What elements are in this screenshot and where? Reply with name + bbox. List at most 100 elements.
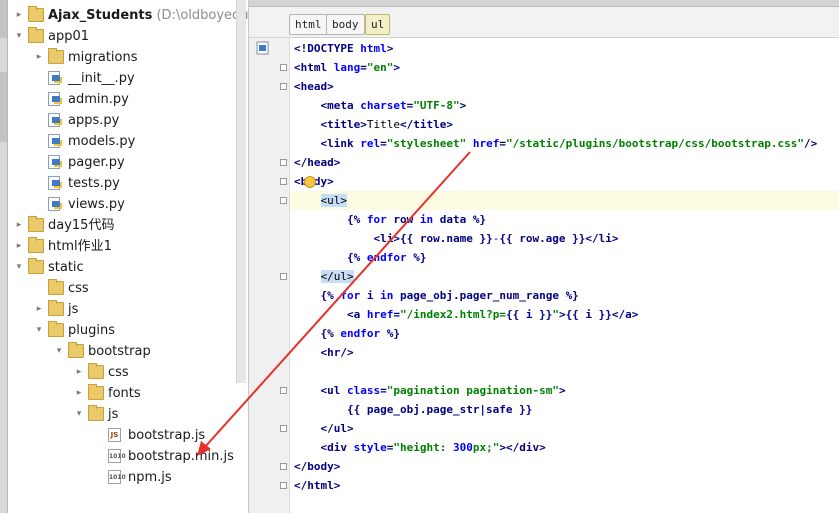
- code-line[interactable]: <html lang="en">: [290, 58, 839, 77]
- code-line[interactable]: {{ page_obj.page_str|safe }}: [290, 400, 839, 419]
- folder-icon: [48, 279, 64, 295]
- expand-arrow-icon[interactable]: ▾: [34, 320, 44, 341]
- python-file-icon: [48, 134, 60, 148]
- tree-item-label: fonts: [108, 386, 141, 401]
- code-line[interactable]: <link rel="stylesheet" href="/static/plu…: [290, 134, 839, 153]
- folder-icon: [88, 405, 104, 421]
- breadcrumb-ul[interactable]: ul: [365, 14, 391, 35]
- folder-icon: [88, 363, 104, 379]
- code-line[interactable]: {% endfor %}: [290, 324, 839, 343]
- collapse-arrow-icon[interactable]: ▸: [34, 299, 44, 320]
- folder-icon: [48, 321, 64, 337]
- tree-item-label: Ajax_Students (D:\oldboyedu\djang: [48, 5, 248, 26]
- project-tree: ▸Ajax_Students (D:\oldboyedu\djang▾app01…: [8, 0, 249, 513]
- tree-item-label: bootstrap.min.js: [128, 449, 234, 464]
- python-file-icon: [48, 71, 60, 85]
- project-name: Ajax_Students: [48, 8, 153, 23]
- code-line[interactable]: <ul class="pagination pagination-sm">: [290, 381, 839, 400]
- project-tool-tab[interactable]: [0, 0, 7, 38]
- bulb-icon[interactable]: [304, 176, 316, 188]
- editor-tab-bar: [249, 0, 839, 7]
- tree-item-label: app01: [48, 29, 90, 44]
- tree-item-label: admin.py: [68, 92, 129, 107]
- fold-marker-icon[interactable]: [280, 83, 287, 90]
- code-line[interactable]: <ul>: [290, 191, 839, 210]
- folder-icon: [28, 27, 44, 43]
- tree-item-label: plugins: [68, 323, 115, 338]
- python-file-icon: [48, 155, 60, 169]
- tree-item-label: js: [108, 407, 119, 422]
- python-file-icon: [48, 197, 60, 211]
- code-line[interactable]: <head>: [290, 77, 839, 96]
- tree-scrollbar[interactable]: [236, 0, 246, 383]
- code-line[interactable]: <meta charset="UTF-8">: [290, 96, 839, 115]
- editor-gutter: [249, 38, 290, 513]
- folder-icon: [28, 258, 44, 274]
- tree-item-label: apps.py: [68, 113, 120, 128]
- tree-item-label: css: [68, 281, 89, 296]
- python-file-icon: [48, 176, 60, 190]
- tree-item-label: migrations: [68, 50, 138, 65]
- code-line[interactable]: </ul>: [290, 267, 839, 286]
- editor: html body ul <!DOCTYPE html> <html lang="…: [249, 0, 839, 513]
- collapse-arrow-icon[interactable]: ▸: [34, 47, 44, 68]
- code-line[interactable]: </ul>: [290, 419, 839, 438]
- folder-icon: [28, 216, 44, 232]
- collapse-arrow-icon[interactable]: ▸: [14, 215, 24, 236]
- expand-arrow-icon[interactable]: ▾: [74, 404, 84, 425]
- code-line[interactable]: [290, 362, 839, 381]
- js-file-icon: JS: [108, 428, 121, 442]
- tree-item-label: day15代码: [48, 218, 115, 233]
- code-line[interactable]: <li>{{ row.name }}-{{ row.age }}</li>: [290, 229, 839, 248]
- code-line[interactable]: </body>: [290, 457, 839, 476]
- folder-icon: [48, 300, 64, 316]
- code-line[interactable]: <title>Title</title>: [290, 115, 839, 134]
- tree-item-label: bootstrap.js: [128, 428, 206, 443]
- expand-arrow-icon[interactable]: ▾: [14, 257, 24, 278]
- tree-item-label: views.py: [68, 197, 125, 212]
- fold-marker-icon[interactable]: [280, 159, 287, 166]
- python-file-icon: [48, 92, 60, 106]
- tree-item-label: models.py: [68, 134, 136, 149]
- collapse-arrow-icon[interactable]: ▸: [74, 362, 84, 383]
- structure-tool-tab[interactable]: [0, 72, 7, 142]
- code-area[interactable]: <!DOCTYPE html> <html lang="en"> <head> <m…: [290, 38, 839, 513]
- fold-marker-icon[interactable]: [280, 197, 287, 204]
- tree-item-label: js: [68, 302, 79, 317]
- code-line[interactable]: </html>: [290, 476, 839, 495]
- fold-marker-icon[interactable]: [280, 482, 287, 489]
- code-line[interactable]: </head>: [290, 153, 839, 172]
- code-line[interactable]: {% for i in page_obj.pager_num_range %}: [290, 286, 839, 305]
- fold-marker-icon[interactable]: [280, 387, 287, 394]
- code-line[interactable]: <body>: [290, 172, 839, 191]
- code-line[interactable]: <a href="/index2.html?p={{ i }}">{{ i }}…: [290, 305, 839, 324]
- code-line[interactable]: {% endfor %}: [290, 248, 839, 267]
- folder-icon: [48, 48, 64, 64]
- expand-arrow-icon[interactable]: ▾: [14, 26, 24, 47]
- tree-item-label: static: [48, 260, 84, 275]
- code-line[interactable]: <!DOCTYPE html>: [290, 39, 839, 58]
- project-path: (D:\oldboyedu\djang: [156, 8, 248, 23]
- fold-marker-icon[interactable]: [280, 425, 287, 432]
- tree-item-label: bootstrap: [88, 344, 151, 359]
- fold-marker-icon[interactable]: [280, 273, 287, 280]
- js-file-icon: 1010: [108, 449, 126, 463]
- tree-item-label: __init__.py: [68, 71, 135, 86]
- fold-marker-icon[interactable]: [280, 178, 287, 185]
- tree-item-label: npm.js: [128, 470, 172, 485]
- collapse-arrow-icon[interactable]: ▸: [14, 5, 24, 26]
- tree-item-label: pager.py: [68, 155, 125, 170]
- collapse-arrow-icon[interactable]: ▸: [14, 236, 24, 257]
- code-line[interactable]: <hr/>: [290, 343, 839, 362]
- code-line[interactable]: {% for row in data %}: [290, 210, 839, 229]
- code-line[interactable]: <div style="height: 300px;"></div>: [290, 438, 839, 457]
- folder-icon: [68, 342, 84, 358]
- breadcrumb-html[interactable]: html: [289, 14, 328, 35]
- breadcrumb-body[interactable]: body: [326, 14, 365, 35]
- fold-marker-icon[interactable]: [280, 463, 287, 470]
- folder-icon: [28, 6, 44, 22]
- collapse-arrow-icon[interactable]: ▸: [74, 383, 84, 404]
- expand-arrow-icon[interactable]: ▾: [54, 341, 64, 362]
- fold-marker-icon[interactable]: [280, 64, 287, 71]
- folder-icon: [88, 384, 104, 400]
